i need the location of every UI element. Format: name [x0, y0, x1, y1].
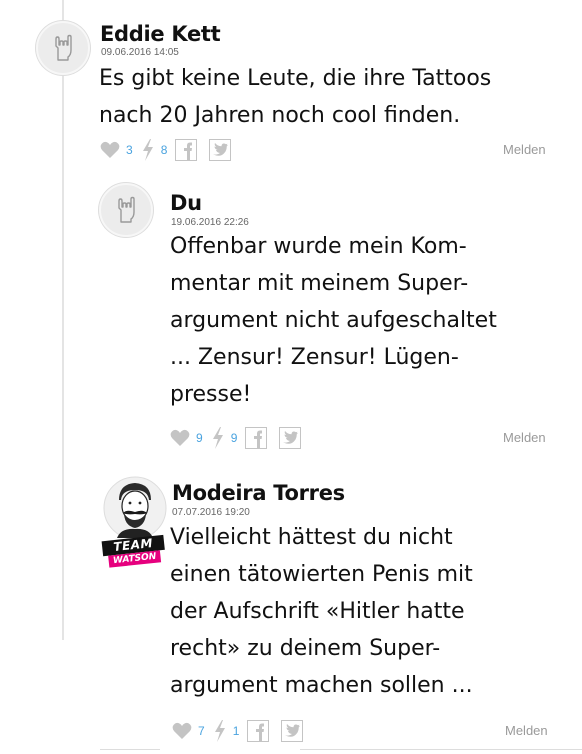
comment-actions: 9 9: [170, 426, 302, 450]
lightning-icon[interactable]: [213, 720, 227, 742]
like-count: 3: [126, 143, 133, 157]
rock-hand-icon: [55, 34, 72, 61]
lightning-icon[interactable]: [141, 139, 155, 161]
heart-icon[interactable]: [170, 429, 190, 447]
comment-line: presse!: [170, 382, 252, 407]
report-link[interactable]: Melden: [505, 723, 548, 738]
divider: [300, 749, 582, 750]
comment-body: Offenbar wurde mein Kom- mentar mit mein…: [170, 228, 497, 413]
comment-line: recht» zu deinem Super-: [170, 636, 441, 661]
comment-line: Vielleicht hättest du nicht: [170, 525, 453, 550]
comment-timestamp: 19.06.2016 22:26: [171, 217, 249, 228]
team-watson-badge: TEAM WATSON: [101, 534, 167, 571]
comment-author[interactable]: Du: [170, 191, 202, 215]
bearded-man-avatar-icon: [103, 476, 167, 540]
twitter-icon[interactable]: [281, 720, 304, 742]
lightning-icon[interactable]: [211, 427, 225, 449]
comment-author[interactable]: Modeira Torres: [172, 481, 345, 505]
comment-line: einen tätowierten Penis mit: [170, 562, 473, 587]
comment-line: argument machen sollen ...: [170, 673, 473, 698]
facebook-icon[interactable]: [175, 139, 198, 161]
avatar-team-watson[interactable]: TEAM WATSON: [101, 476, 167, 576]
report-link[interactable]: Melden: [503, 430, 546, 445]
comment-line: ... Zensur! Zensur! Lügen-: [170, 345, 459, 370]
like-count: 7: [198, 724, 205, 738]
bolt-count: 8: [160, 143, 168, 157]
avatar[interactable]: [36, 21, 90, 75]
comment-line: nach 20 Jahren noch cool finden.: [99, 103, 461, 128]
twitter-icon[interactable]: [209, 139, 232, 161]
bolt-count: 1: [232, 724, 240, 738]
rock-hand-icon: [118, 196, 135, 223]
comment-line: der Aufschrift «Hitler hatte: [170, 599, 465, 624]
heart-icon[interactable]: [172, 722, 192, 740]
heart-icon[interactable]: [100, 141, 120, 159]
comment-actions: 3 8: [100, 138, 232, 162]
like-count: 9: [196, 431, 203, 445]
comment-actions: 7 1: [172, 719, 304, 743]
facebook-icon[interactable]: [245, 427, 268, 449]
comment-body: Es gibt keine Leute, die ihre Tattoos na…: [99, 60, 491, 134]
comment-author[interactable]: Eddie Kett: [100, 22, 221, 46]
divider: [100, 749, 160, 750]
comment-body: Vielleicht hättest du nicht einen tätowi…: [170, 519, 473, 704]
twitter-icon[interactable]: [279, 427, 302, 449]
facebook-icon[interactable]: [247, 720, 270, 742]
comment-line: mentar mit meinem Super-: [170, 271, 469, 296]
bolt-count: 9: [230, 431, 238, 445]
report-link[interactable]: Melden: [503, 142, 546, 157]
comment-line: argument nicht aufgeschaltet: [170, 308, 497, 333]
comment-timestamp: 09.06.2016 14:05: [101, 47, 179, 58]
avatar[interactable]: [99, 183, 153, 237]
comment-line: Es gibt keine Leute, die ihre Tattoos: [99, 66, 492, 91]
comment-line: Offenbar wurde mein Kom-: [170, 234, 467, 259]
thread-line: [62, 0, 64, 640]
comment-timestamp: 07.07.2016 19:20: [172, 507, 250, 518]
